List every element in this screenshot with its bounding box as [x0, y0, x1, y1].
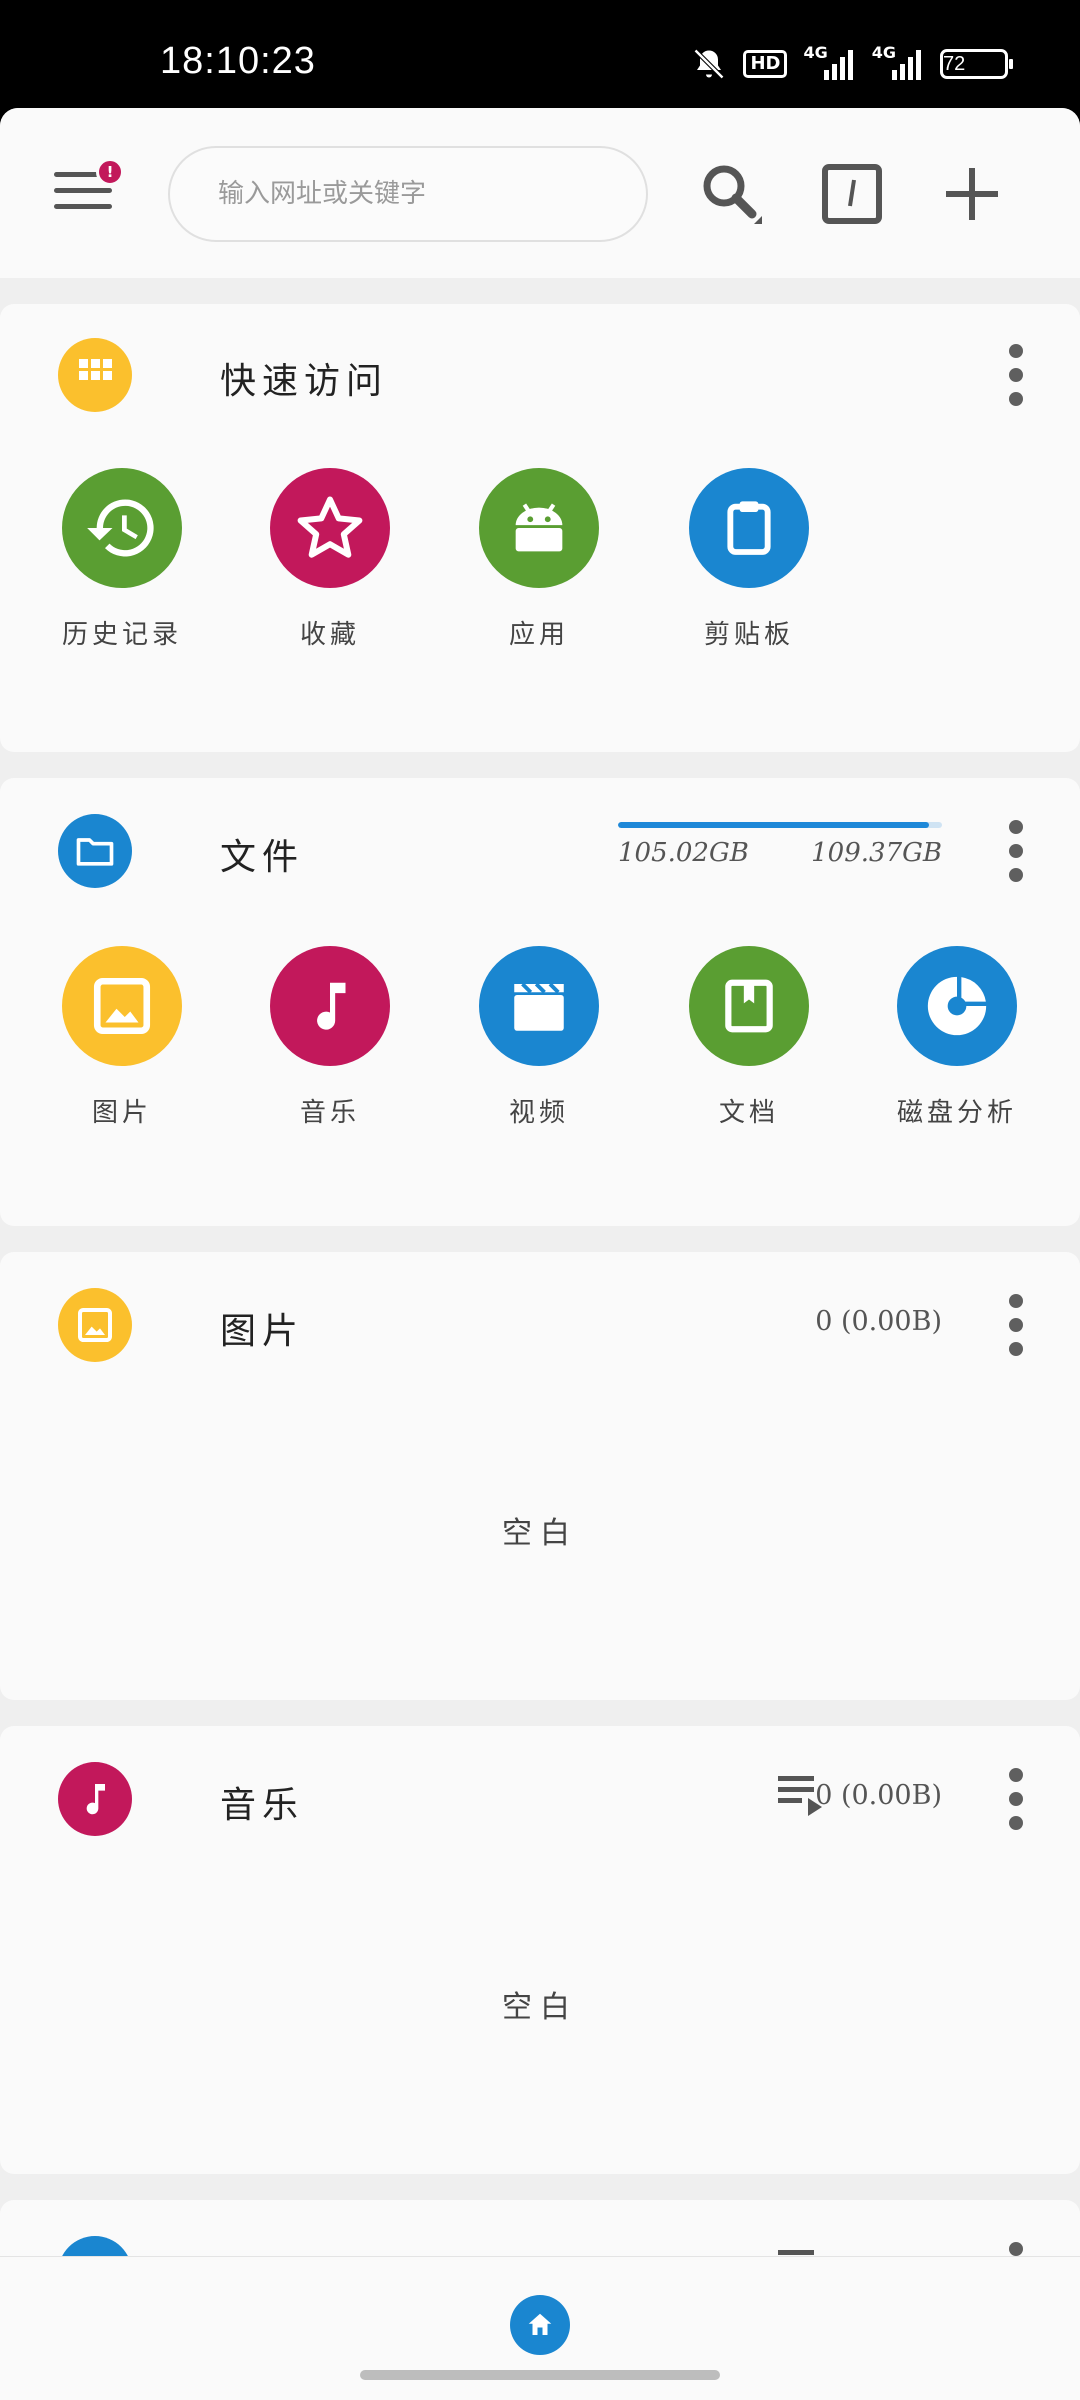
- signal-icon-1: 4G: [803, 43, 855, 80]
- disk-analysis-icon: [897, 946, 1017, 1066]
- status-bar: 18:10:23 HD 4G 4G 72: [0, 0, 1080, 108]
- image-icon: [62, 946, 182, 1066]
- images-empty-text: 空白: [502, 1516, 578, 1551]
- file-category-label: 音乐: [299, 1098, 360, 1128]
- images-section-card: 图片 0 (0.00B) 空白: [0, 1252, 1080, 1700]
- storage-total: 109.37GB: [811, 838, 942, 868]
- files-card: 文件 105.02GB 109.37GB 图片 音乐 视频 文档 磁盘分析: [0, 778, 1080, 1226]
- add-button[interactable]: [936, 158, 1008, 230]
- images-count: 0 (0.00B): [815, 1306, 942, 1337]
- shortcut-clipboard[interactable]: 剪贴板: [669, 468, 829, 651]
- menu-icon-line: [54, 188, 112, 193]
- music-empty-text: 空白: [502, 1990, 578, 2025]
- files-title: 文件: [220, 837, 305, 878]
- images-section-title: 图片: [220, 1311, 305, 1352]
- file-category-label: 磁盘分析: [896, 1098, 1017, 1128]
- quick-access-card: 快速访问 历史记录 收藏 应用 剪贴板: [0, 304, 1080, 752]
- battery-icon: 72: [940, 49, 1013, 79]
- tabs-button[interactable]: 1: [816, 158, 888, 230]
- quick-access-title: 快速访问: [220, 361, 389, 402]
- shortcut-label: 历史记录: [61, 620, 182, 650]
- file-category-label: 视频: [508, 1098, 569, 1128]
- music-section-title: 音乐: [220, 1785, 305, 1826]
- quick-access-more-button[interactable]: [996, 340, 1036, 410]
- search-icon: [703, 165, 762, 224]
- status-icons: HD 4G 4G 72: [691, 43, 1013, 82]
- images-more-button[interactable]: [996, 1290, 1036, 1360]
- shortcut-favorites[interactable]: 收藏: [250, 468, 410, 651]
- notification-badge: !: [96, 158, 124, 186]
- shortcut-label: 剪贴板: [703, 620, 794, 650]
- network-type-1: 4G: [803, 42, 828, 62]
- music-count: 0 (0.00B): [815, 1780, 942, 1811]
- apps-grid-icon: [58, 338, 132, 412]
- shortcut-label: 应用: [508, 620, 569, 650]
- network-type-2: 4G: [871, 42, 896, 62]
- music-more-button[interactable]: [996, 1764, 1036, 1834]
- search-button[interactable]: [696, 158, 768, 230]
- history-icon: [62, 468, 182, 588]
- menu-icon-line: [54, 204, 112, 209]
- files-more-button[interactable]: [996, 816, 1036, 886]
- clipboard-icon: [689, 468, 809, 588]
- music-section-card: 音乐 0 (0.00B) 空白: [0, 1726, 1080, 2174]
- mute-icon: [691, 46, 727, 82]
- home-button[interactable]: [510, 2295, 570, 2355]
- status-time: 18:10:23: [160, 40, 316, 82]
- music-note-icon: [58, 1762, 132, 1836]
- image-icon: [58, 1288, 132, 1362]
- file-category-disk-analysis[interactable]: 磁盘分析: [877, 946, 1037, 1129]
- home-icon: [528, 2313, 552, 2335]
- file-category-music[interactable]: 音乐: [250, 946, 410, 1129]
- file-category-video[interactable]: 视频: [459, 946, 619, 1129]
- file-category-label: 图片: [91, 1098, 152, 1128]
- shortcut-label: 收藏: [299, 620, 360, 650]
- menu-button[interactable]: !: [48, 158, 124, 224]
- hd-voice-icon: HD: [743, 50, 788, 78]
- star-icon: [270, 468, 390, 588]
- storage-used: 105.02GB: [618, 838, 749, 868]
- top-toolbar: ! 1: [0, 108, 1080, 278]
- folder-icon: [58, 814, 132, 888]
- plus-icon: [946, 168, 998, 220]
- file-category-label: 文档: [718, 1098, 779, 1128]
- shortcut-apps[interactable]: 应用: [459, 468, 619, 651]
- file-category-images[interactable]: 图片: [42, 946, 202, 1129]
- music-note-icon: [270, 946, 390, 1066]
- signal-icon-2: 4G: [872, 43, 924, 80]
- shortcut-history[interactable]: 历史记录: [42, 468, 202, 651]
- app-window: ! 1 快速访问 历史记录: [0, 108, 1080, 2400]
- gesture-navigation-bar[interactable]: [360, 2370, 720, 2380]
- storage-progress-bar: [618, 822, 942, 828]
- android-icon: [479, 468, 599, 588]
- file-category-documents[interactable]: 文档: [669, 946, 829, 1129]
- storage-progress-fill: [618, 822, 930, 828]
- video-icon: [479, 946, 599, 1066]
- url-search-input[interactable]: [168, 146, 648, 242]
- document-icon: [689, 946, 809, 1066]
